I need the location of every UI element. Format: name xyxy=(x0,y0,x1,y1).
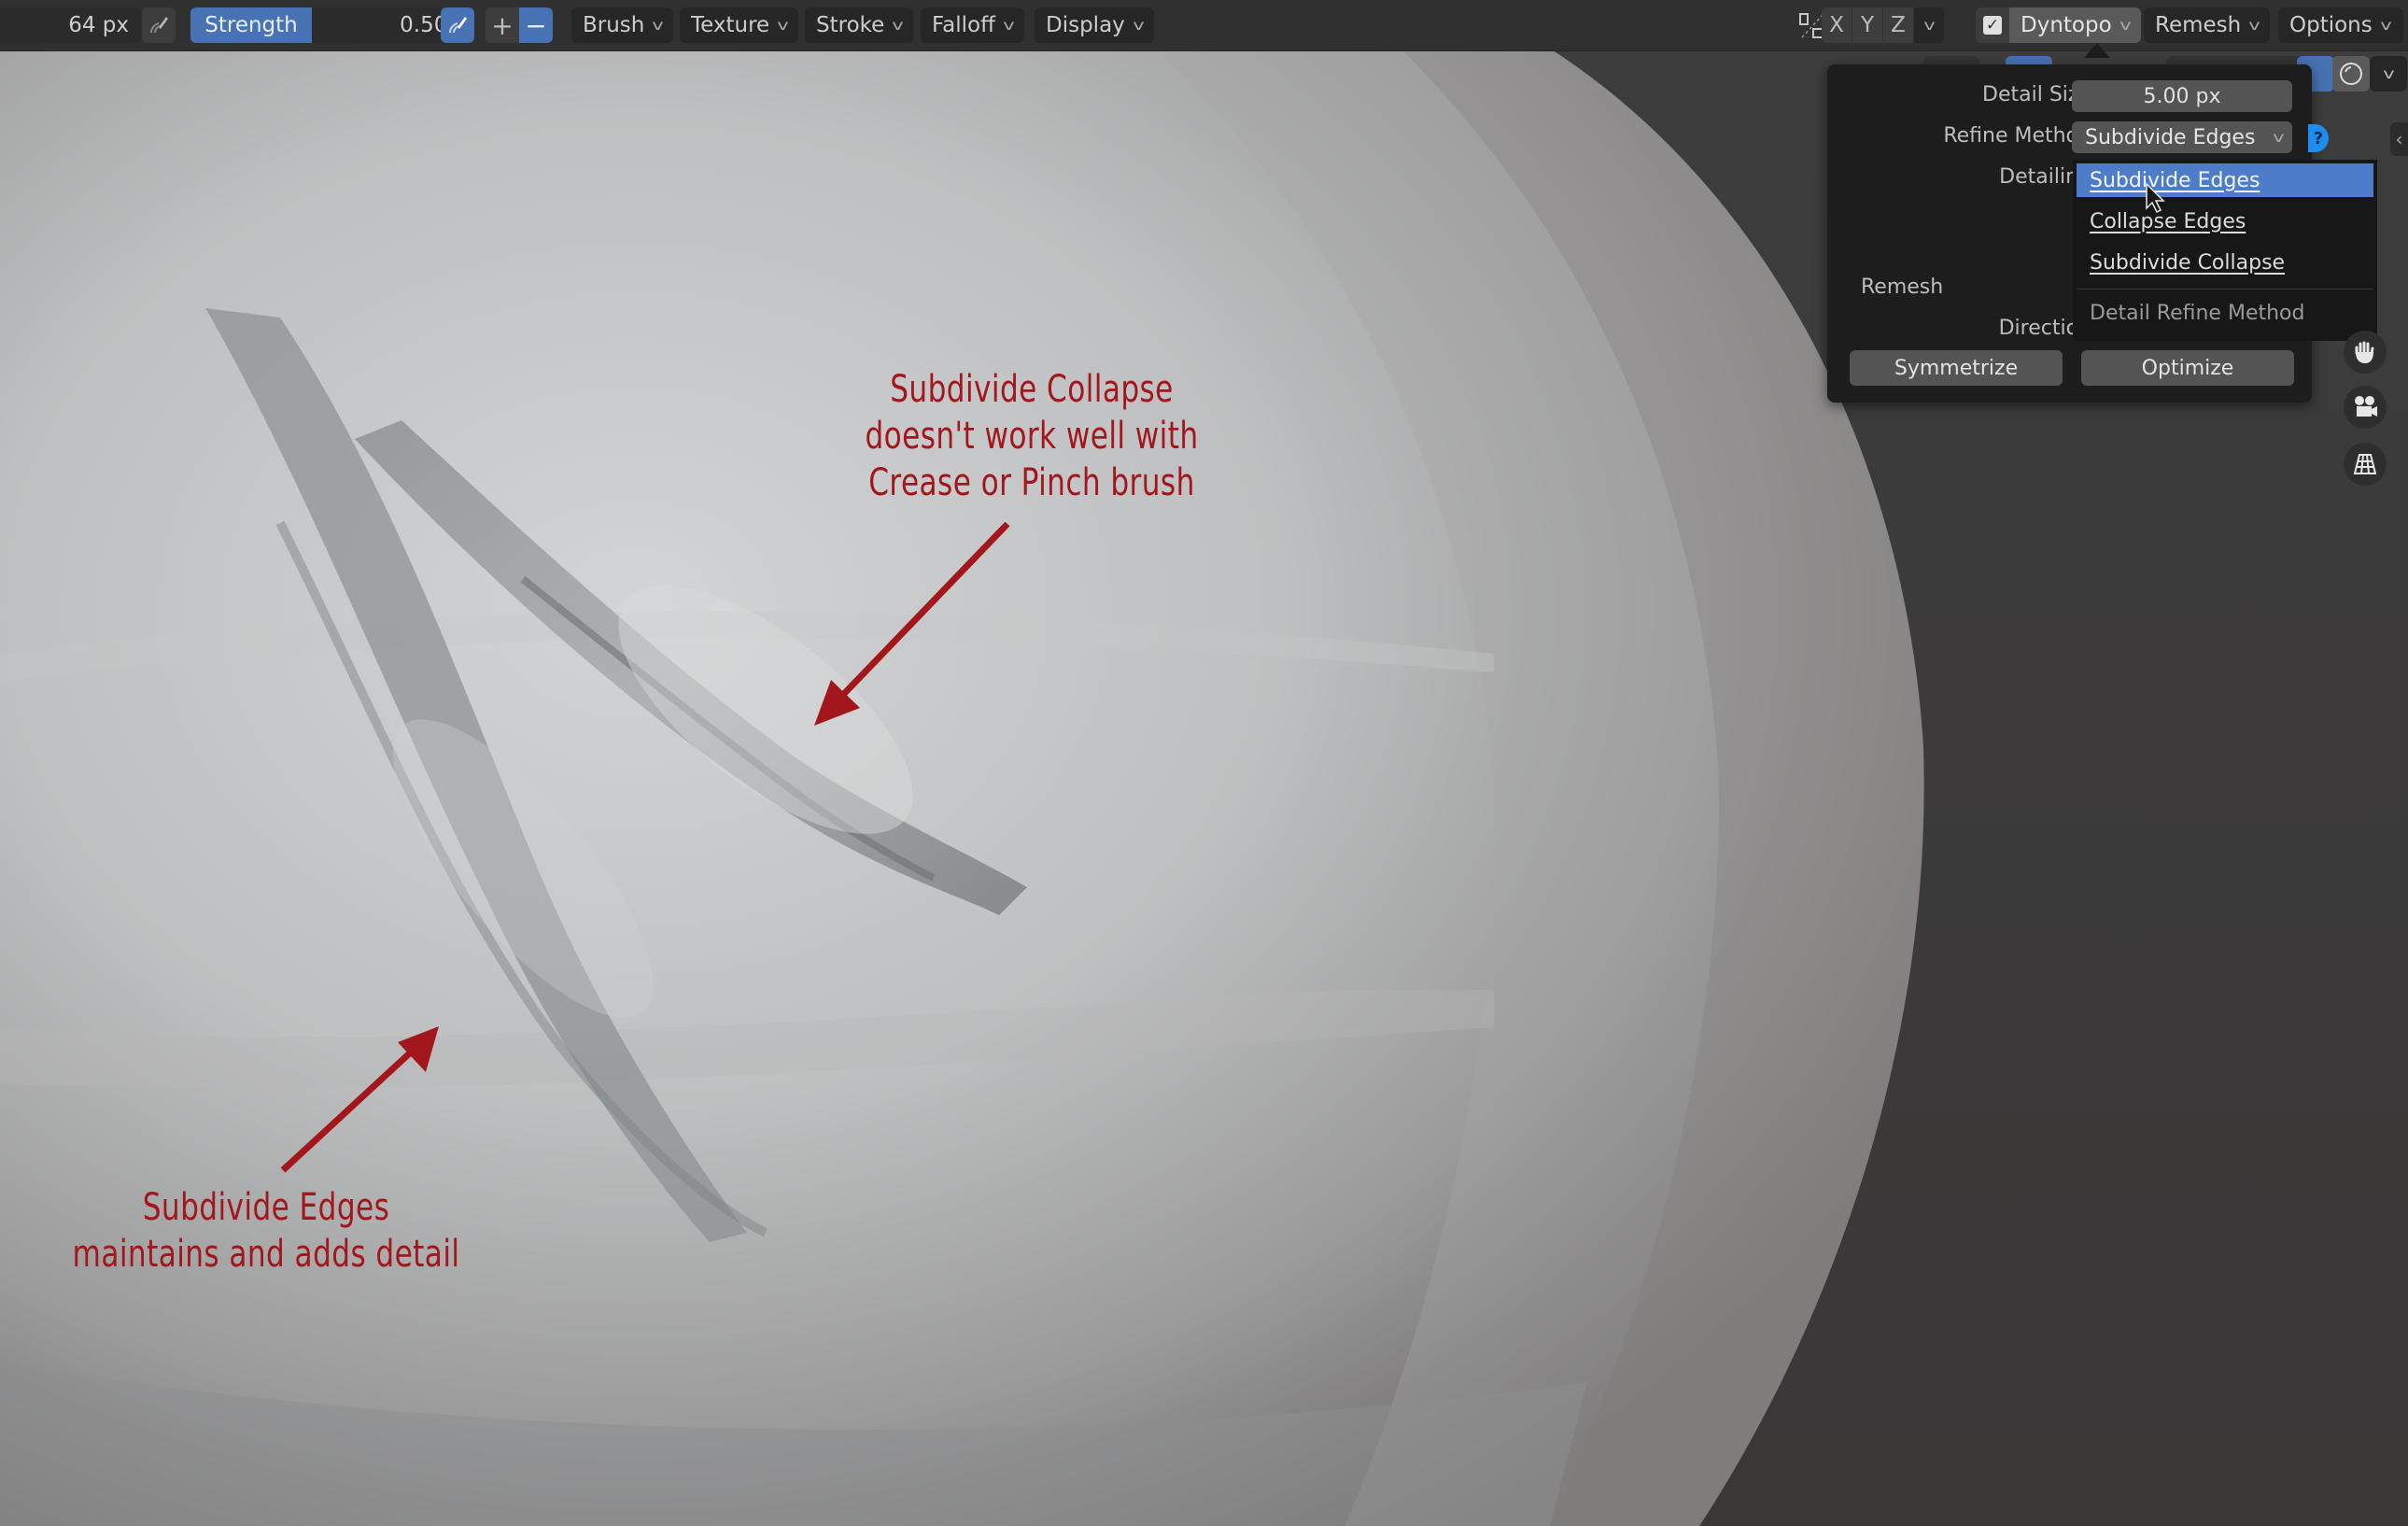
dropdown-item-collapse-edges[interactable]: Collapse Edges xyxy=(2077,205,2373,238)
material-preview-button[interactable] xyxy=(2332,56,2370,92)
strength-slider[interactable]: Strength 0.500 xyxy=(190,7,474,43)
sphere-shading-icon xyxy=(2340,63,2362,85)
chevron-down-icon: v xyxy=(777,17,789,34)
menu-label: Options xyxy=(2289,13,2373,37)
dropdown-item-label: Subdivide Edges xyxy=(2090,168,2260,192)
strength-label: Strength xyxy=(190,7,312,43)
menu-label: Texture xyxy=(691,13,770,37)
chevron-down-icon: v xyxy=(1133,17,1145,34)
menu-label: Stroke xyxy=(816,13,885,37)
arrow-to-subdivide-detail xyxy=(280,1026,439,1173)
dyntopo-checkbox[interactable]: ✓ xyxy=(1976,7,2009,43)
symmetrize-button[interactable]: Symmetrize xyxy=(1850,350,2063,386)
radius-value: 64 px xyxy=(68,13,129,37)
sidebar-toggle[interactable]: ‹ xyxy=(2390,122,2408,156)
mirror-z-toggle[interactable]: Z xyxy=(1883,7,1914,43)
dropdown-item-subdivide-edges[interactable]: Subdivide Edges xyxy=(2077,163,2373,197)
display-menu[interactable]: Display v xyxy=(1035,7,1154,43)
dropdown-item-subdivide-collapse[interactable]: Subdivide Collapse xyxy=(2077,246,2373,279)
dyntopo-popover: ✓ Dyntopo v xyxy=(1976,7,2141,43)
tool-header: 64 px Strength 0.500 + − Brush v Texture… xyxy=(0,0,2408,51)
symmetry-axes: X Y Z v xyxy=(1822,7,1945,43)
optimize-button[interactable]: Optimize xyxy=(2081,350,2294,386)
strength-pressure-toggle[interactable] xyxy=(441,7,474,43)
brush-menu[interactable]: Brush v xyxy=(571,7,674,43)
chevron-down-icon: v xyxy=(2273,129,2285,146)
menu-label: Falloff xyxy=(932,13,995,37)
subtract-direction-button[interactable]: − xyxy=(519,7,553,43)
add-direction-button[interactable]: + xyxy=(486,7,519,43)
popover-pointer xyxy=(2084,43,2110,58)
pen-pressure-icon xyxy=(150,17,168,34)
chevron-left-icon: ‹ xyxy=(2395,128,2403,150)
chevron-down-icon: v xyxy=(2248,17,2260,34)
symmetry-options-dropdown[interactable]: v xyxy=(1914,7,1945,43)
camera-icon xyxy=(2355,396,2377,417)
refine-method-dropdown: Subdivide Edges Collapse Edges Subdivide… xyxy=(2073,160,2377,341)
menu-label: Remesh xyxy=(2155,13,2242,37)
dropdown-title: Detail Refine Method xyxy=(2090,302,2305,325)
texture-menu[interactable]: Texture v xyxy=(680,7,799,43)
camera-view-button[interactable] xyxy=(2344,386,2387,429)
detail-size-field[interactable]: 5.00 px xyxy=(2072,80,2292,112)
mirror-y-toggle[interactable]: Y xyxy=(1852,7,1883,43)
dyntopo-menu-button[interactable]: Dyntopo v xyxy=(2009,7,2141,43)
dropdown-item-label: Collapse Edges xyxy=(2090,209,2246,233)
menu-label: Display xyxy=(1046,13,1125,37)
shading-options-dropdown[interactable]: v xyxy=(2370,56,2407,92)
dropdown-item-label: Subdivide Collapse xyxy=(2090,250,2286,275)
direction-toggle: + − xyxy=(486,7,553,43)
stroke-menu[interactable]: Stroke v xyxy=(805,7,914,43)
pan-view-button[interactable] xyxy=(2344,331,2387,374)
dropdown-separator xyxy=(2077,289,2373,290)
chevron-down-icon: v xyxy=(2379,17,2392,34)
dyntopo-label: Dyntopo xyxy=(2021,13,2112,37)
options-menu[interactable]: Options v xyxy=(2278,7,2403,43)
remesh-menu[interactable]: Remesh v xyxy=(2144,7,2271,43)
radius-field[interactable]: 64 px xyxy=(0,7,142,43)
chevron-down-icon: v xyxy=(1922,17,1936,34)
chevron-down-icon: v xyxy=(2119,17,2132,34)
chevron-down-icon: v xyxy=(2382,65,2395,82)
refine-method-select[interactable]: Subdivide Edges v xyxy=(2072,121,2292,153)
ortho-toggle-button[interactable] xyxy=(2344,443,2387,486)
detail-size-value: 5.00 px xyxy=(2143,84,2221,108)
menu-label: Brush xyxy=(583,13,645,37)
pen-pressure-icon xyxy=(449,17,467,34)
radius-pressure-toggle[interactable] xyxy=(142,7,176,43)
grid-icon xyxy=(2353,454,2377,474)
refine-method-value: Subdivide Edges xyxy=(2085,125,2256,149)
hand-icon xyxy=(2355,341,2374,363)
mirror-x-toggle[interactable]: X xyxy=(1822,7,1852,43)
falloff-menu[interactable]: Falloff v xyxy=(921,7,1024,43)
chevron-down-icon: v xyxy=(652,17,665,34)
chevron-down-icon: v xyxy=(1003,17,1015,34)
checkmark-icon: ✓ xyxy=(1983,16,2002,35)
arrow-to-collapse-artifact xyxy=(814,521,1010,726)
chevron-down-icon: v xyxy=(892,17,904,34)
mouse-cursor-icon xyxy=(2146,182,2165,214)
remesh-section-label: Remesh xyxy=(1861,276,1944,299)
refine-method-label: Refine Method xyxy=(1943,124,2091,148)
